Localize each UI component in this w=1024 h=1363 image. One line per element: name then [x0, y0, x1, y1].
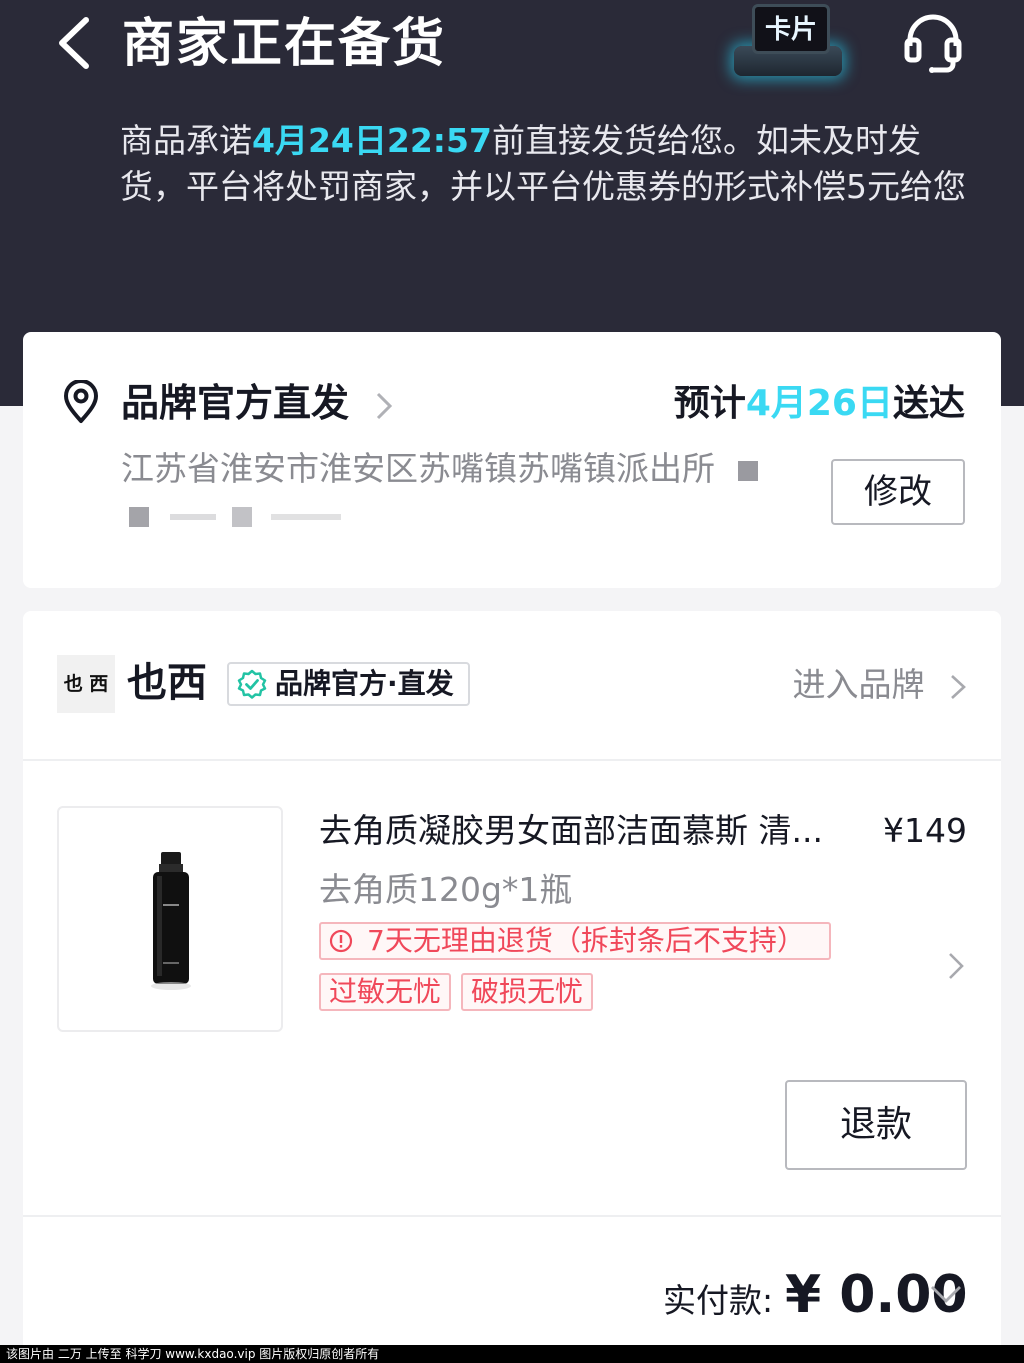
verified-check-icon [237, 669, 267, 699]
damage-guarantee-tag: 破损无忧 [461, 973, 594, 1011]
allergy-guarantee-tag: 过敏无忧 [319, 973, 452, 1011]
shipping-address: 江苏省淮安市淮安区苏嘴镇苏嘴镇派出所 [121, 446, 771, 538]
return-policy-label: 7天无理由退货（拆封条后不支持） [367, 924, 805, 957]
delivery-promise: 商品承诺4月24日22:57前直接发货给您。如未及时发货，平台将处罚商家，并以平… [120, 118, 980, 210]
product-bottle-image [151, 852, 191, 990]
page-title: 商家正在备货 [122, 14, 447, 74]
address-card: 品牌官方直发 预计4月26日送达 江苏省淮安市淮安区苏嘴镇苏嘴镇派出所 修改 [23, 332, 1001, 588]
address-text: 江苏省淮安市淮安区苏嘴镇苏嘴镇派出所 [121, 449, 715, 488]
redacted-mosaic [232, 506, 252, 527]
chevron-right-icon [377, 392, 393, 419]
redacted-mosaic [737, 460, 758, 481]
product-title[interactable]: 去角质凝胶男女面部洁面慕斯 清... [319, 807, 839, 855]
divider [23, 1215, 1001, 1217]
redacted-mosaic [129, 506, 149, 527]
payment-label: 实付款: [663, 1281, 774, 1320]
divider [23, 759, 1001, 761]
estimated-delivery: 预计4月26日送达 [673, 383, 965, 424]
watermark-bar: 该图片由 二万 上传至 科学刀 www.kxdao.vip 图片版权归原创者所有 [0, 1345, 1024, 1363]
shop-name[interactable]: 也西 [127, 655, 207, 711]
redacted-mosaic [270, 513, 341, 520]
brand-official-badge: 品牌官方·直发 [227, 662, 470, 706]
chevron-right-icon[interactable] [947, 951, 965, 981]
card-icon[interactable]: 卡片 [732, 0, 844, 86]
shop-logo[interactable]: 也 西 [57, 655, 115, 713]
promise-deadline: 4月24日22:57 [252, 121, 492, 160]
brand-badge-label: 品牌官方·直发 [275, 667, 454, 700]
promise-prefix: 商品承诺 [120, 121, 252, 160]
product-price: ¥149 [883, 811, 967, 850]
chevron-down-icon[interactable] [929, 1283, 963, 1305]
enter-brand-link[interactable]: 进入品牌 [793, 661, 968, 709]
refund-button[interactable]: 退款 [785, 1080, 967, 1170]
location-pin-icon [64, 380, 98, 423]
shipping-method-label: 品牌官方直发 [121, 381, 350, 425]
enter-brand-label: 进入品牌 [792, 665, 925, 704]
info-icon [329, 929, 353, 953]
product-sku: 去角质120g*1瓶 [319, 870, 573, 909]
headset-icon[interactable] [902, 10, 964, 74]
back-icon[interactable] [52, 14, 96, 72]
eta-date: 4月26日 [745, 383, 893, 424]
order-card: 也 西 也西 品牌官方·直发 进入品牌 去角质凝胶男女面部洁面慕斯 清... ¥… [23, 611, 1001, 1363]
card-label: 卡片 [764, 15, 817, 45]
shipping-method[interactable]: 品牌官方直发 [121, 378, 394, 428]
return-policy-tag: 7天无理由退货（拆封条后不支持） [319, 922, 831, 960]
product-image[interactable] [57, 806, 283, 1032]
edit-address-button[interactable]: 修改 [831, 459, 965, 525]
redacted-mosaic [169, 513, 216, 520]
chevron-right-icon [951, 674, 966, 699]
